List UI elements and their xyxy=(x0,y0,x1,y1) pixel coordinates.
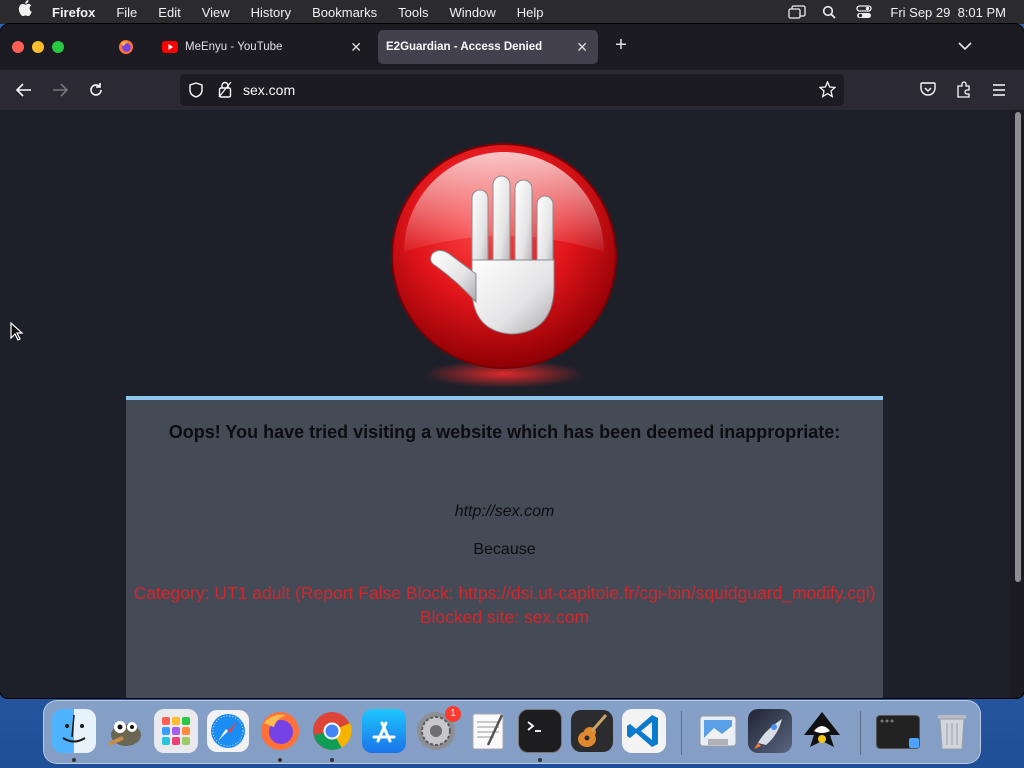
dock-divider xyxy=(860,711,861,755)
pocket-icon[interactable] xyxy=(920,82,936,102)
scrollbar-thumb[interactable] xyxy=(1015,112,1021,582)
extensions-puzzle-icon[interactable] xyxy=(956,81,972,103)
menu-file[interactable]: File xyxy=(116,5,137,20)
textedit-icon[interactable] xyxy=(466,709,510,753)
rocket-icon[interactable] xyxy=(748,709,792,753)
menu-app-name[interactable]: Firefox xyxy=(52,5,95,20)
firefox-icon[interactable] xyxy=(258,709,302,753)
url-text[interactable]: sex.com xyxy=(243,82,295,98)
blocked-url: http://sex.com xyxy=(454,503,555,520)
mouse-pointer-icon xyxy=(10,322,24,341)
safari-icon[interactable] xyxy=(206,709,250,753)
page-scrollbar[interactable] xyxy=(1014,112,1022,696)
window-controls xyxy=(12,41,64,53)
gimp-icon[interactable] xyxy=(102,709,146,753)
running-indicator xyxy=(72,758,76,762)
bookmark-star-icon[interactable] xyxy=(818,80,837,103)
running-indicator xyxy=(330,758,334,762)
shield-icon[interactable] xyxy=(189,82,203,103)
dock: 1 xyxy=(43,700,981,764)
preview-icon[interactable] xyxy=(696,709,740,753)
block-category-line: Category: UT1 adult (Report False Block:… xyxy=(133,583,876,603)
garageband-icon[interactable] xyxy=(570,709,614,753)
navigation-toolbar: sex.com xyxy=(0,70,1024,110)
page-content: Oops! You have tried visiting a website … xyxy=(0,110,1010,698)
tab-e2guardian[interactable]: E2Guardian - Access Denied ✕ xyxy=(378,30,598,64)
close-window-button[interactable] xyxy=(12,41,24,53)
terminal-icon[interactable] xyxy=(518,709,562,753)
menu-tools[interactable]: Tools xyxy=(398,5,428,20)
menubar-clock[interactable]: Fri Sep 29 8:01 PM xyxy=(890,5,1006,20)
blocked-site-line: Blocked site: sex.com xyxy=(419,607,590,627)
settings-notification-badge: 1 xyxy=(445,706,461,722)
reload-icon[interactable] xyxy=(86,80,106,100)
tab-bar: MeEnyu - YouTube ✕ E2Guardian - Access D… xyxy=(0,24,1024,70)
control-center-icon[interactable] xyxy=(856,5,873,19)
app-store-icon[interactable] xyxy=(362,709,406,753)
spotlight-search-icon[interactable] xyxy=(822,5,838,19)
menu-view[interactable]: View xyxy=(202,5,230,20)
back-arrow-icon[interactable] xyxy=(14,80,34,100)
vscode-icon[interactable] xyxy=(622,709,666,753)
hamburger-menu-icon[interactable] xyxy=(992,83,1006,101)
block-heading: Oops! You have tried visiting a website … xyxy=(168,422,841,442)
chrome-icon[interactable] xyxy=(310,709,354,753)
dock-divider xyxy=(681,711,682,755)
running-indicator xyxy=(538,758,542,762)
apple-menu-icon[interactable] xyxy=(18,0,36,24)
menu-edit[interactable]: Edit xyxy=(158,5,180,20)
tab-title: E2Guardian - Access Denied xyxy=(386,41,543,53)
inkscape-icon[interactable] xyxy=(800,709,844,753)
firefox-icon xyxy=(119,40,133,54)
menu-bar: Firefox File Edit View History Bookmarks… xyxy=(0,0,1024,24)
close-tab-icon[interactable]: ✕ xyxy=(576,39,588,56)
lock-icon[interactable] xyxy=(218,81,232,103)
close-tab-icon[interactable]: ✕ xyxy=(350,39,362,56)
block-reason: Category: UT1 adult (Report False Block:… xyxy=(126,581,883,629)
tab-youtube[interactable]: MeEnyu - YouTube ✕ xyxy=(152,30,372,64)
menu-history[interactable]: History xyxy=(251,5,291,20)
trash-icon[interactable] xyxy=(930,709,974,753)
pinned-tab-firefox[interactable] xyxy=(104,32,148,62)
stop-hand-icon xyxy=(391,143,617,388)
minimize-window-button[interactable] xyxy=(32,41,44,53)
menu-bookmarks[interactable]: Bookmarks xyxy=(312,5,377,20)
tab-title: MeEnyu - YouTube xyxy=(185,41,283,53)
youtube-icon xyxy=(162,41,178,53)
screen-mirroring-icon[interactable] xyxy=(788,5,807,19)
browser-window: MeEnyu - YouTube ✕ E2Guardian - Access D… xyxy=(0,24,1024,698)
menu-window[interactable]: Window xyxy=(450,5,496,20)
running-indicator xyxy=(278,758,282,762)
new-tab-button[interactable]: + xyxy=(612,34,630,57)
window-icon[interactable] xyxy=(876,715,920,749)
list-all-tabs-chevron-down-icon[interactable] xyxy=(958,38,972,56)
launchpad-icon[interactable] xyxy=(154,709,198,753)
forward-arrow-icon[interactable] xyxy=(50,80,70,100)
address-bar[interactable]: sex.com xyxy=(180,74,844,106)
finder-icon[interactable] xyxy=(52,709,96,753)
menu-help[interactable]: Help xyxy=(517,5,544,20)
because-label: Because xyxy=(473,541,536,558)
zoom-window-button[interactable] xyxy=(52,41,64,53)
block-message-panel: Oops! You have tried visiting a website … xyxy=(126,396,883,698)
